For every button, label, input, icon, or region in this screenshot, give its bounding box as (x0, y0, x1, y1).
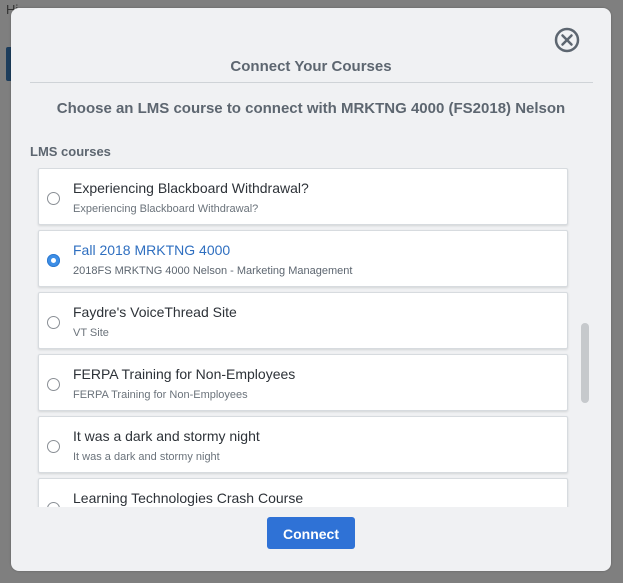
course-item[interactable]: Faydre's VoiceThread Site VT Site (38, 292, 568, 349)
course-item[interactable]: It was a dark and stormy night It was a … (38, 416, 568, 473)
connect-button[interactable]: Connect (267, 517, 355, 549)
course-title: Fall 2018 MRKTNG 4000 (73, 242, 231, 258)
scrollbar-thumb[interactable] (581, 323, 589, 403)
course-radio[interactable] (47, 440, 60, 453)
dialog-title: Connect Your Courses (230, 58, 392, 75)
course-title: It was a dark and stormy night (73, 428, 260, 444)
course-item-selected[interactable]: Fall 2018 MRKTNG 4000 2018FS MRKTNG 4000… (38, 230, 568, 287)
course-radio-checked[interactable] (47, 254, 60, 267)
course-subtitle: Experiencing Blackboard Withdrawal? (73, 203, 259, 215)
course-item[interactable]: FERPA Training for Non-Employees FERPA T… (38, 354, 568, 411)
course-title: Experiencing Blackboard Withdrawal? (73, 180, 309, 196)
course-subtitle: FERPA Training for Non-Employees (73, 389, 248, 401)
circle-x-icon (554, 27, 580, 53)
course-subtitle: VT Site (73, 327, 109, 339)
connect-courses-dialog: Connect Your Courses Choose an LMS cours… (11, 8, 611, 571)
course-list-scrollbar[interactable] (580, 168, 591, 507)
close-button[interactable] (553, 26, 581, 54)
course-radio[interactable] (47, 316, 60, 329)
lms-courses-label: LMS courses (30, 144, 111, 159)
title-divider (30, 82, 593, 83)
course-title: Faydre's VoiceThread Site (73, 304, 237, 320)
course-item[interactable]: Learning Technologies Crash Course (38, 478, 568, 507)
course-subtitle: It was a dark and stormy night (73, 451, 220, 463)
course-radio[interactable] (47, 378, 60, 391)
course-list-viewport[interactable]: Experiencing Blackboard Withdrawal? Expe… (30, 168, 591, 507)
course-radio[interactable] (47, 502, 60, 507)
course-radio[interactable] (47, 192, 60, 205)
dialog-subtitle: Choose an LMS course to connect with MRK… (56, 100, 566, 117)
course-title: Learning Technologies Crash Course (73, 490, 304, 506)
course-item[interactable]: Experiencing Blackboard Withdrawal? Expe… (38, 168, 568, 225)
course-title: FERPA Training for Non-Employees (73, 366, 296, 382)
course-subtitle: 2018FS MRKTNG 4000 Nelson - Marketing Ma… (73, 265, 353, 277)
